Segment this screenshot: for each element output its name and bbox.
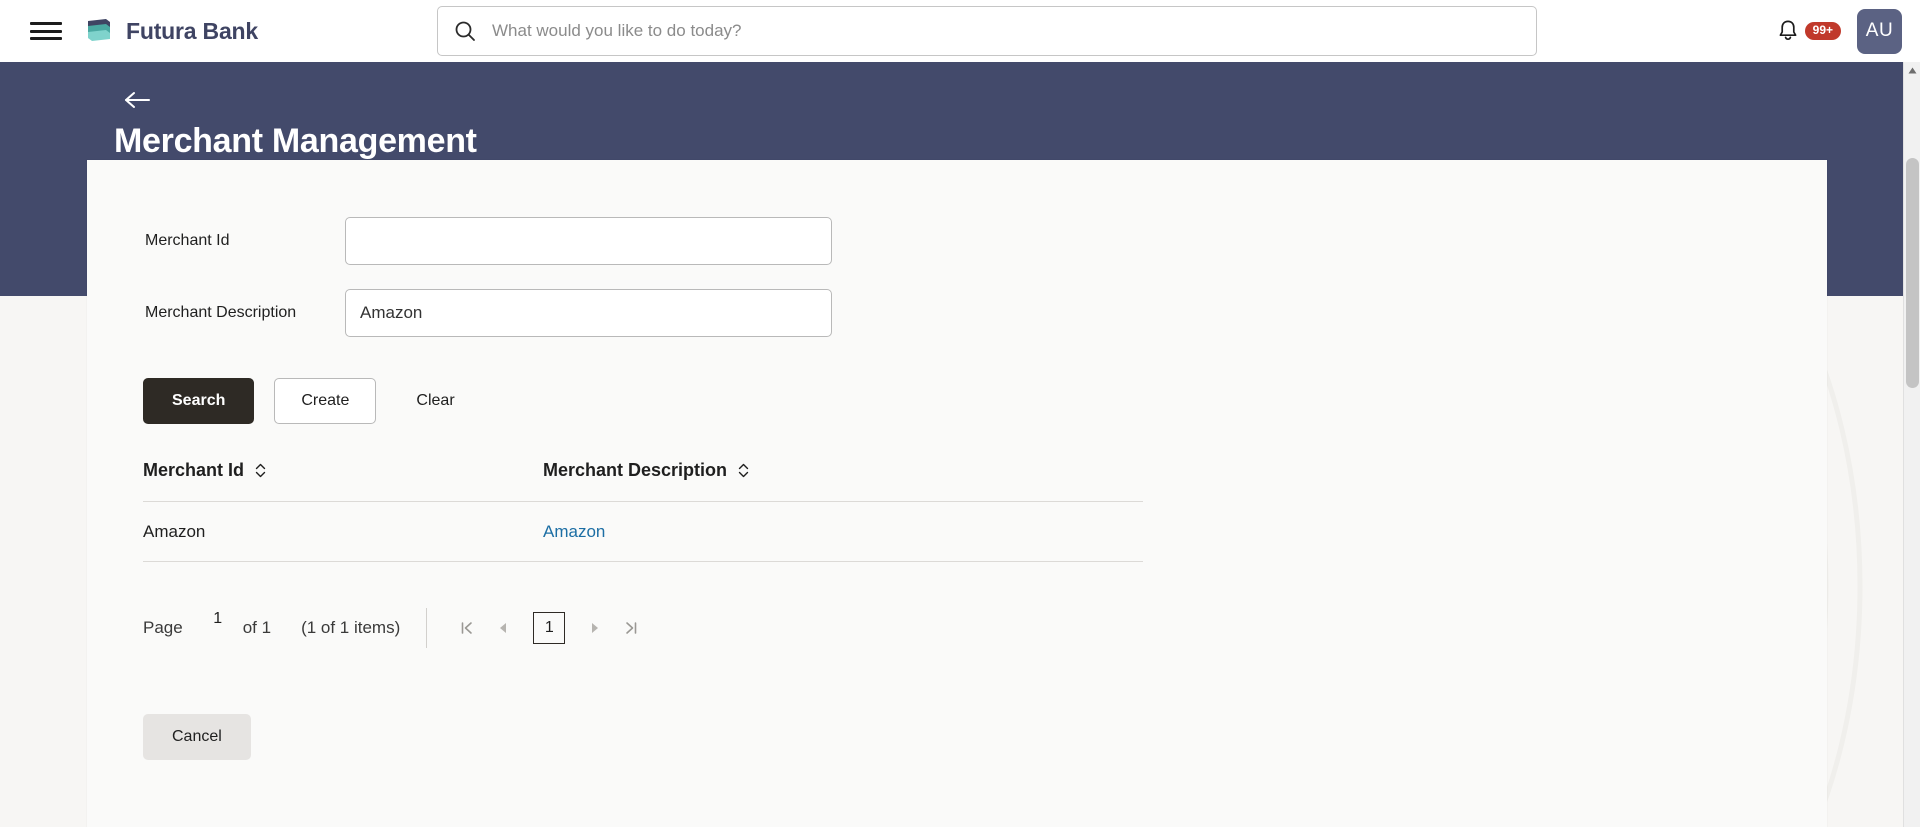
table-row: Amazon Amazon xyxy=(143,502,1143,562)
table-header-row: Merchant Id Merchant Description xyxy=(143,460,1143,502)
sort-updown-icon xyxy=(255,463,266,478)
pagination-items-label: (1 of 1 items) xyxy=(301,618,401,637)
merchant-id-row: Merchant Id xyxy=(145,217,832,265)
prev-page-icon xyxy=(500,623,507,633)
merchant-description-row: Merchant Description xyxy=(145,289,832,337)
notification-count-badge: 99+ xyxy=(1804,21,1841,41)
next-page-button[interactable] xyxy=(577,610,613,646)
search-button[interactable]: Search xyxy=(143,378,255,424)
pagination-page-label: Page xyxy=(143,618,183,637)
column-header-merchant-description[interactable]: Merchant Description xyxy=(543,460,750,481)
create-button[interactable]: Create xyxy=(274,378,377,424)
cell-merchant-description-link[interactable]: Amazon xyxy=(543,522,605,542)
last-page-icon xyxy=(626,622,637,634)
pagination-bar: Page of 1 (1 of 1 items) 1 xyxy=(143,606,649,648)
search-icon xyxy=(455,21,475,41)
hamburger-menu-icon[interactable] xyxy=(30,19,62,43)
futura-bank-logo-icon xyxy=(88,19,110,41)
page-title: Merchant Management xyxy=(114,122,477,160)
user-avatar[interactable]: AU xyxy=(1857,8,1902,54)
merchant-id-input[interactable] xyxy=(345,217,832,265)
hamburger-bar xyxy=(30,37,62,40)
notifications-button[interactable]: 99+ xyxy=(1775,18,1841,44)
nav-right-group: 99+ AU xyxy=(1775,0,1902,62)
column-header-merchant-id[interactable]: Merchant Id xyxy=(143,460,543,481)
previous-page-button[interactable] xyxy=(485,610,521,646)
brand-name: Futura Bank xyxy=(126,17,258,44)
scrollbar-thumb[interactable] xyxy=(1906,158,1919,388)
sort-updown-icon xyxy=(738,463,749,478)
top-navigation-bar: Futura Bank 99+ AU xyxy=(0,0,1920,62)
merchant-id-label: Merchant Id xyxy=(145,232,230,249)
next-page-icon xyxy=(592,623,599,633)
last-page-button[interactable] xyxy=(613,610,649,646)
hamburger-bar xyxy=(30,29,62,33)
merchant-search-card: Merchant Id Merchant Description Search … xyxy=(87,160,1827,827)
first-page-button[interactable] xyxy=(449,610,485,646)
merchant-description-input[interactable] xyxy=(345,289,832,337)
clear-button[interactable]: Clear xyxy=(396,379,474,423)
search-input[interactable] xyxy=(490,20,1536,42)
merchant-results-table: Merchant Id Merchant Description Amazon … xyxy=(143,460,1143,562)
search-box[interactable] xyxy=(437,6,1537,56)
column-header-merchant-id-label: Merchant Id xyxy=(143,460,245,480)
pagination-divider xyxy=(426,608,428,648)
cell-merchant-id: Amazon xyxy=(143,521,206,541)
column-header-merchant-description-label: Merchant Description xyxy=(543,460,728,480)
current-page-button[interactable]: 1 xyxy=(533,612,566,644)
hamburger-bar xyxy=(30,22,62,25)
scroll-up-button[interactable] xyxy=(1904,62,1920,79)
pagination-of-label: of 1 xyxy=(242,618,272,637)
back-arrow-icon[interactable] xyxy=(122,86,156,114)
first-page-icon xyxy=(461,622,473,634)
global-search xyxy=(437,6,1537,56)
form-action-buttons: Search Create Clear xyxy=(143,378,475,424)
pagination-page-input[interactable] xyxy=(200,606,235,632)
merchant-description-label: Merchant Description xyxy=(145,304,297,321)
brand-logo-link[interactable]: Futura Bank xyxy=(84,16,258,46)
scroll-up-icon xyxy=(1908,67,1917,74)
bell-icon xyxy=(1779,20,1797,41)
cancel-button[interactable]: Cancel xyxy=(143,714,251,760)
vertical-scrollbar[interactable] xyxy=(1903,62,1920,827)
